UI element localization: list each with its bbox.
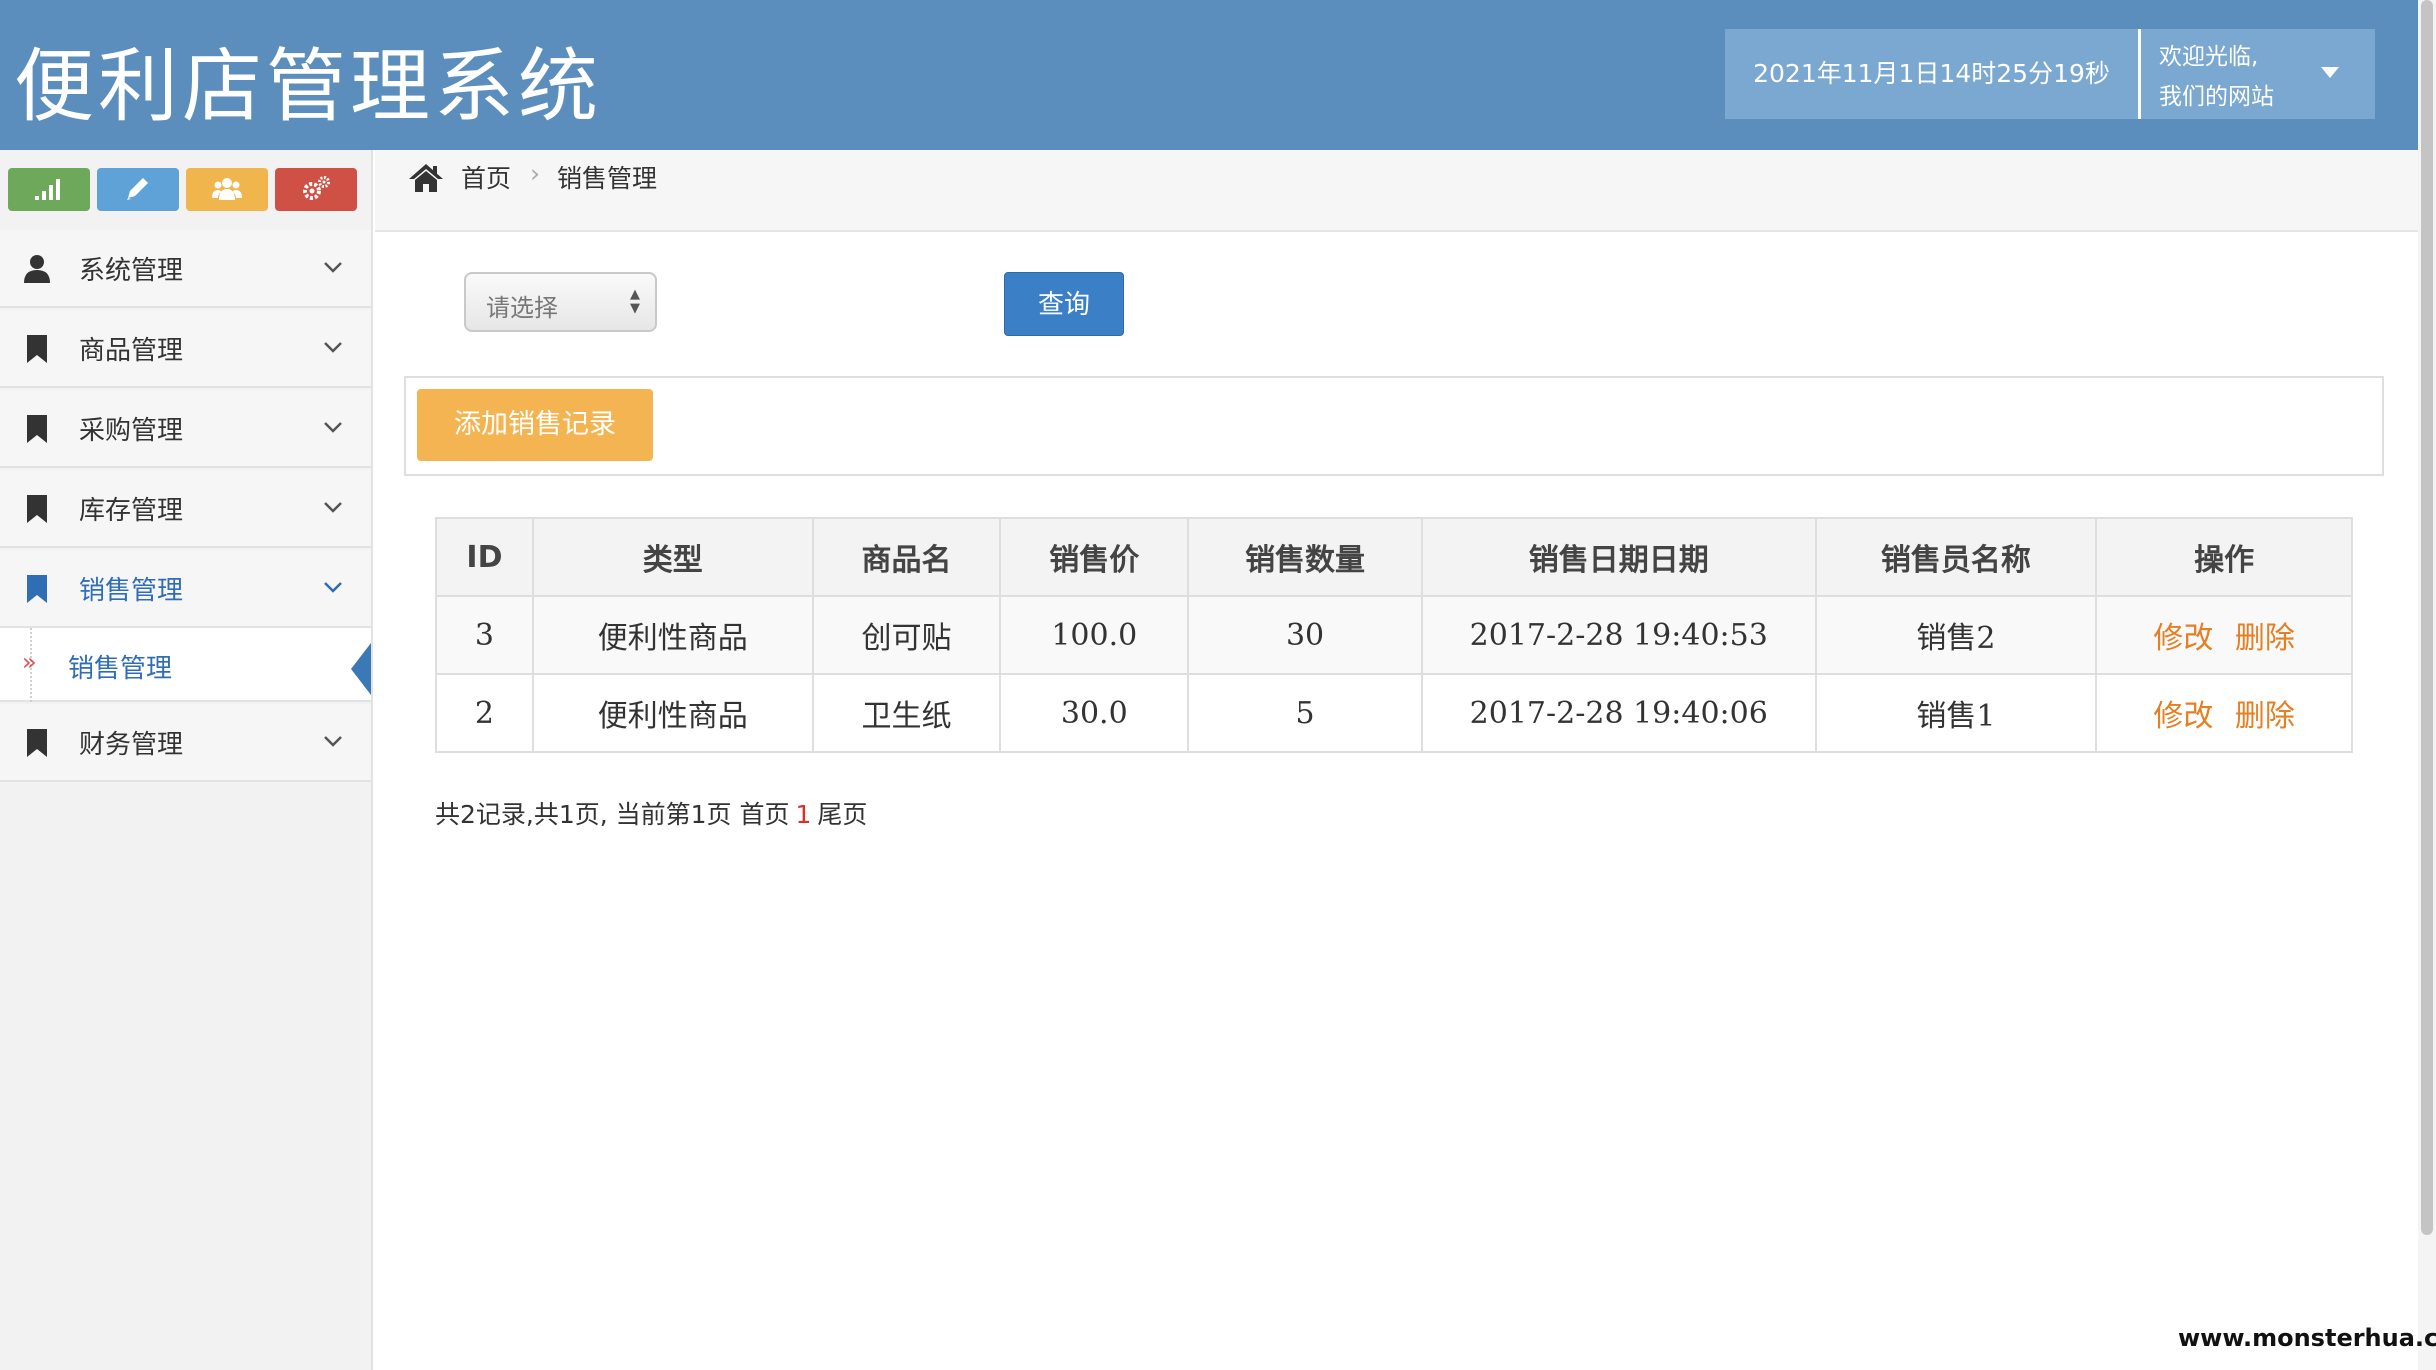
edit-link[interactable]: 修改 — [2153, 699, 2213, 734]
bookmark-icon — [27, 415, 47, 443]
sidebar-item-sales[interactable]: 销售管理 — [0, 550, 371, 628]
pagination: 共2记录,共1页, 当前第1页 首页 1 尾页 — [435, 795, 867, 831]
welcome-text: 欢迎光临, — [2159, 44, 2259, 70]
cell-quantity: 5 — [1187, 673, 1423, 753]
cell-date: 2017-2-28 19:40:06 — [1420, 673, 1817, 753]
shortcut-settings-button[interactable] — [275, 168, 357, 211]
double-chevron-icon: » — [22, 648, 37, 676]
delete-link[interactable]: 删除 — [2235, 621, 2295, 656]
app-title: 便利店管理系统 — [14, 40, 602, 133]
table-row: 2 便利性商品 卫生纸 30.0 5 2017-2-28 19:40:06 销售… — [435, 673, 2353, 753]
watermark: www.monsterhua.com — [2178, 1324, 2436, 1352]
last-page-link[interactable]: 尾页 — [817, 800, 867, 829]
cell-price: 30.0 — [999, 673, 1190, 753]
shortcut-signal-button[interactable] — [8, 168, 90, 211]
breadcrumb-current: 销售管理 — [557, 164, 658, 193]
site-name: 我们的网站 — [2159, 84, 2274, 110]
top-header: 便利店管理系统 2021年11月1日14时25分19秒 欢迎光临, 我们的网站 — [0, 0, 2418, 150]
user-info-box: 2021年11月1日14时25分19秒 欢迎光临, 我们的网站 — [1725, 29, 2375, 119]
cell-type: 便利性商品 — [531, 673, 814, 753]
divider — [2138, 29, 2141, 119]
chevron-down-icon — [324, 422, 342, 433]
current-page-link[interactable]: 1 — [796, 800, 812, 829]
chevron-down-icon — [324, 736, 342, 747]
sidebar-item-inventory[interactable]: 库存管理 — [0, 470, 371, 548]
pagination-summary: 共2记录,共1页, 当前第1页 首页 — [435, 800, 790, 829]
cell-actions: 修改 删除 — [2095, 595, 2353, 675]
submenu-item-sales[interactable]: » 销售管理 — [0, 628, 371, 702]
column-header-type: 类型 — [531, 517, 814, 597]
sidebar: 系统管理 商品管理 采购管理 库存管理 销售管理 » 销售管理 财务管理 — [0, 150, 373, 1370]
column-header-date: 销售日期日期 — [1420, 517, 1817, 597]
sales-table: ID 类型 商品名 销售价 销售数量 销售日期日期 销售员名称 操作 3 便利性… — [435, 517, 2353, 753]
active-pointer-icon — [351, 643, 371, 695]
sidebar-item-system[interactable]: 系统管理 — [0, 230, 371, 308]
current-datetime: 2021年11月1日14时25分19秒 — [1753, 59, 2110, 88]
column-header-id: ID — [435, 517, 534, 597]
sidebar-item-label: 商品管理 — [79, 336, 184, 366]
edit-link[interactable]: 修改 — [2153, 621, 2213, 656]
sidebar-item-finance[interactable]: 财务管理 — [0, 704, 371, 782]
bookmark-icon — [27, 335, 47, 363]
sidebar-item-label: 财务管理 — [79, 730, 184, 760]
sidebar-item-label: 采购管理 — [79, 416, 184, 446]
select-value: 请选择 — [486, 294, 558, 322]
shortcut-users-button[interactable] — [186, 168, 268, 211]
column-header-seller: 销售员名称 — [1814, 517, 2098, 597]
column-header-name: 商品名 — [811, 517, 1002, 597]
sidebar-item-label: 销售管理 — [79, 576, 184, 606]
users-icon — [212, 178, 242, 200]
table-row: 3 便利性商品 创可贴 100.0 30 2017-2-28 19:40:53 … — [435, 595, 2353, 675]
select-arrows-icon: ▲ ▼ — [630, 287, 640, 316]
cell-price: 100.0 — [999, 595, 1190, 675]
cell-id: 3 — [435, 595, 534, 675]
submenu-item-label: 销售管理 — [68, 654, 173, 684]
bookmark-icon — [27, 729, 47, 757]
bookmark-icon — [27, 495, 47, 523]
chevron-down-icon — [324, 342, 342, 353]
caret-down-icon[interactable] — [2321, 67, 2339, 78]
cell-quantity: 30 — [1187, 595, 1423, 675]
column-header-actions: 操作 — [2095, 517, 2353, 597]
user-icon — [24, 255, 50, 283]
sidebar-item-label: 系统管理 — [79, 256, 184, 286]
chevron-down-icon — [324, 582, 342, 593]
sidebar-item-label: 库存管理 — [79, 496, 184, 526]
type-select[interactable]: 请选择 ▲ ▼ — [464, 272, 657, 332]
chevron-down-icon — [324, 262, 342, 273]
add-sales-record-button[interactable]: 添加销售记录 — [417, 389, 653, 461]
cell-actions: 修改 删除 — [2095, 673, 2353, 753]
user-menu[interactable]: 欢迎光临, 我们的网站 — [2159, 37, 2274, 117]
cell-seller: 销售2 — [1814, 595, 2098, 675]
signal-icon — [35, 179, 60, 200]
action-panel: 添加销售记录 — [404, 376, 2384, 476]
sidebar-item-products[interactable]: 商品管理 — [0, 310, 371, 388]
chevron-down-icon — [324, 502, 342, 513]
cogs-icon — [303, 176, 330, 200]
bookmark-icon — [27, 575, 47, 603]
breadcrumb-home-link[interactable]: 首页 — [461, 159, 511, 195]
breadcrumb: 首页 › 销售管理 — [375, 150, 2418, 232]
shortcut-edit-button[interactable] — [97, 168, 179, 211]
cell-date: 2017-2-28 19:40:53 — [1420, 595, 1817, 675]
pencil-icon — [127, 178, 148, 200]
cell-seller: 销售1 — [1814, 673, 2098, 753]
cell-type: 便利性商品 — [531, 595, 814, 675]
sidebar-item-purchase[interactable]: 采购管理 — [0, 390, 371, 468]
query-button[interactable]: 查询 — [1004, 272, 1124, 336]
breadcrumb-separator: › — [530, 159, 540, 188]
delete-link[interactable]: 删除 — [2235, 699, 2295, 734]
column-header-quantity: 销售数量 — [1187, 517, 1423, 597]
table-header-row: ID 类型 商品名 销售价 销售数量 销售日期日期 销售员名称 操作 — [435, 517, 2353, 597]
home-icon[interactable] — [406, 158, 446, 198]
column-header-price: 销售价 — [999, 517, 1190, 597]
scrollbar-thumb[interactable] — [2421, 0, 2433, 1235]
cell-name: 创可贴 — [811, 595, 1002, 675]
cell-name: 卫生纸 — [811, 673, 1002, 753]
cell-id: 2 — [435, 673, 534, 753]
